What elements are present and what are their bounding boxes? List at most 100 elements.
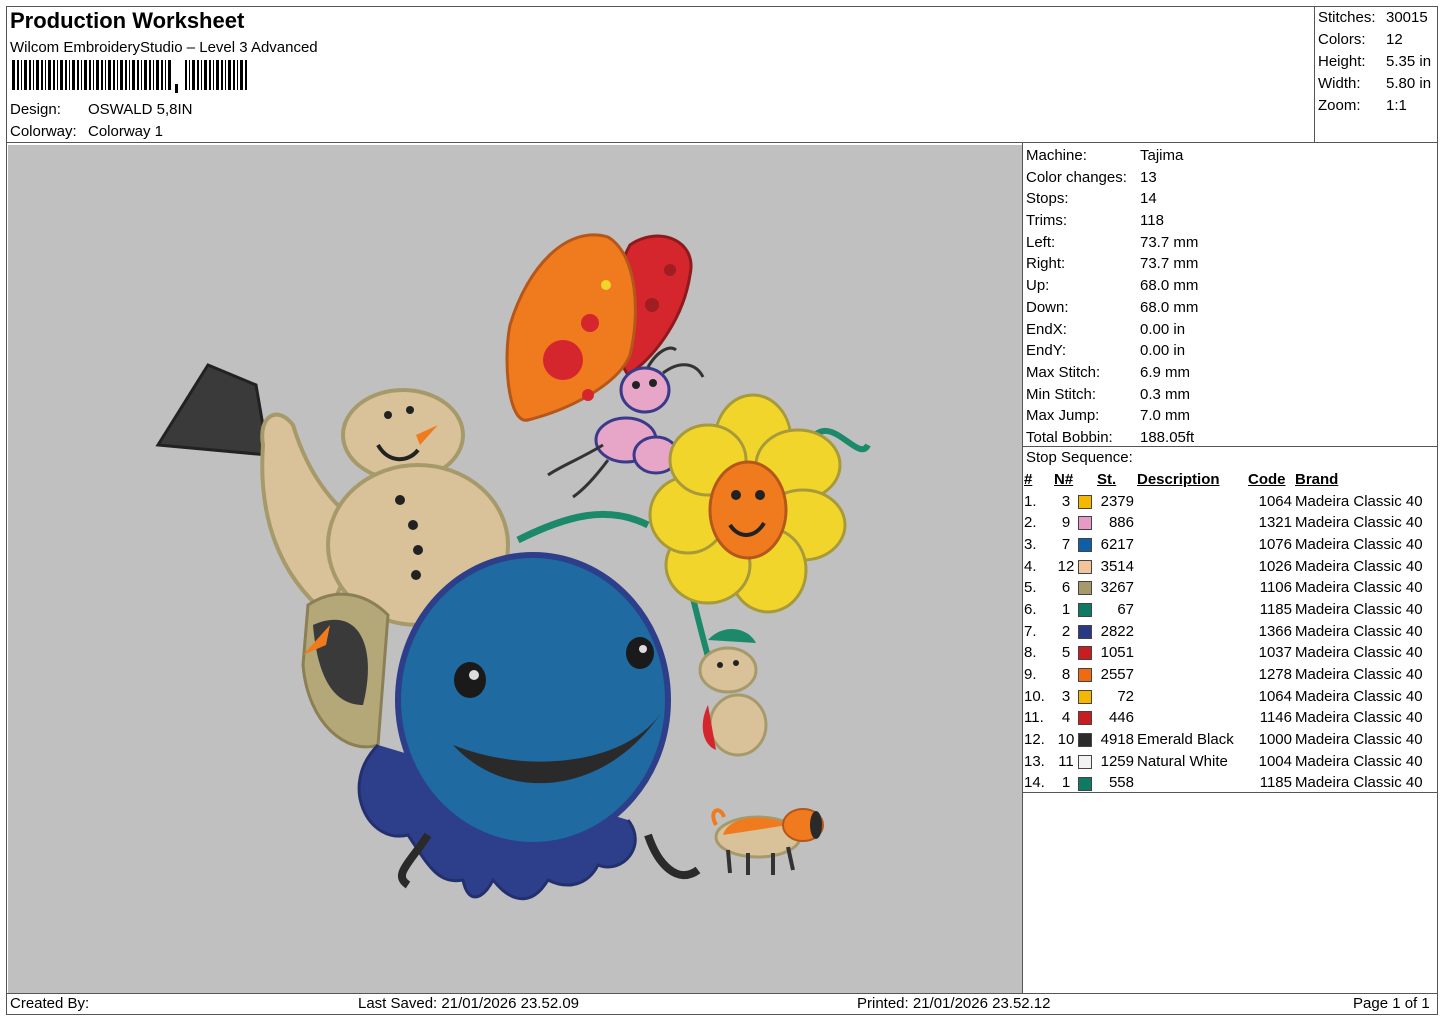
row-index: 1. — [1024, 492, 1037, 510]
info-down: Down: 68.0 mm — [1026, 298, 1199, 316]
row-brand: Madeira Classic 40 — [1295, 644, 1423, 662]
info-machine: Machine: Tajima — [1026, 147, 1184, 164]
row-swatch — [1078, 512, 1097, 534]
row-stitches: 446 — [1108, 709, 1134, 727]
row-brand: Madeira Classic 40 — [1295, 774, 1423, 792]
color-swatch — [1078, 733, 1092, 748]
row-stitches: 2379 — [1100, 492, 1134, 510]
row-swatch — [1078, 708, 1097, 730]
table-row: 2. 9 886 1321 Madeira Classic 40 — [1024, 512, 1435, 534]
barcode-image — [12, 60, 247, 93]
row-index: 14. — [1024, 774, 1045, 792]
canvas-divider — [1022, 142, 1023, 994]
machine-info-panel: Machine: Tajima Color changes: 13 Stops: 14… — [1026, 146, 1198, 450]
stat-width: Width: 5.80 in — [1318, 75, 1432, 92]
row-description — [1137, 773, 1248, 795]
row-needle: 3 — [1061, 687, 1071, 705]
color-swatch — [1078, 624, 1092, 639]
stat-zoom: Zoom: 1:1 — [1318, 97, 1407, 114]
page-title: Production Worksheet — [10, 8, 245, 33]
row-stitches: 2822 — [1100, 622, 1134, 640]
stats-panel: Stitches: 30015 Colors: 12 Height: 5.35 in … — [1318, 8, 1431, 118]
row-code: 1366 — [1258, 622, 1292, 640]
row-swatch — [1078, 556, 1097, 578]
row-index: 11. — [1024, 709, 1044, 727]
row-brand: Madeira Classic 40 — [1295, 557, 1423, 575]
footer-divider — [6, 993, 1438, 994]
stop-sequence-title: Stop Sequence: — [1026, 449, 1133, 466]
design-preview-canvas — [8, 145, 1022, 993]
col-index-header: # — [1024, 470, 1033, 488]
stop-sequence-body: 1. 3 2379 1064 Madeira Classic 40 2. 9 886 1321 M… — [1024, 491, 1435, 795]
embroidery-design-illustration — [155, 233, 871, 901]
stat-colors: Colors: 12 — [1318, 31, 1403, 48]
row-needle: 10 — [1057, 731, 1075, 749]
row-index: 2. — [1024, 514, 1037, 532]
info-endy: EndY: 0.00 in — [1026, 342, 1186, 360]
created-by: Created By: — [10, 995, 90, 1012]
table-row: 12. 10 4918 Emerald Black 1000 Madeira Classi… — [1024, 729, 1435, 751]
design-value: OSWALD 5,8IN — [88, 101, 193, 118]
row-description — [1137, 534, 1248, 556]
table-row: 1. 3 2379 1064 Madeira Classic 40 — [1024, 491, 1435, 513]
info-max-stitch: Max Stitch: 6.9 mm — [1026, 363, 1191, 381]
dog-figure — [711, 808, 824, 875]
stats-divider — [1314, 6, 1315, 143]
row-code: 1064 — [1258, 687, 1292, 705]
row-index: 8. — [1024, 644, 1037, 662]
row-description — [1137, 686, 1248, 708]
header-divider — [6, 142, 1438, 143]
row-code: 1106 — [1259, 579, 1292, 597]
info-up: Up: 68.0 mm — [1026, 277, 1199, 295]
row-swatch — [1078, 664, 1097, 686]
row-index: 13. — [1024, 752, 1045, 770]
row-index: 12. — [1024, 731, 1045, 749]
row-description — [1137, 512, 1248, 534]
col-needle-header: N# — [1054, 470, 1074, 488]
row-needle: 5 — [1061, 644, 1071, 662]
color-swatch — [1078, 559, 1092, 574]
stat-stitches: Stitches: 30015 — [1318, 9, 1428, 26]
col-brand-header: Brand — [1295, 470, 1339, 488]
color-swatch — [1078, 754, 1092, 769]
row-index: 3. — [1024, 535, 1037, 553]
row-description — [1137, 643, 1248, 665]
row-swatch — [1078, 751, 1097, 773]
row-code: 1146 — [1259, 709, 1292, 727]
table-row: 9. 8 2557 1278 Madeira Classic 40 — [1024, 664, 1435, 686]
info-right: Right: 73.7 mm — [1026, 255, 1199, 273]
row-stitches: 1259 — [1100, 752, 1134, 770]
row-needle: 8 — [1061, 666, 1071, 684]
row-code: 1000 — [1258, 731, 1292, 749]
page-number: Page 1 of 1 — [1353, 995, 1430, 1012]
row-brand: Madeira Classic 40 — [1295, 622, 1423, 640]
row-index: 9. — [1024, 666, 1037, 684]
row-brand: Madeira Classic 40 — [1295, 492, 1423, 510]
table-row: 4. 12 3514 1026 Madeira Classic 40 — [1024, 556, 1435, 578]
table-row: 8. 5 1051 1037 Madeira Classic 40 — [1024, 643, 1435, 665]
last-saved: Last Saved: 21/01/2026 23.52.09 — [358, 995, 580, 1012]
row-description — [1137, 664, 1248, 686]
printed-date: Printed: 21/01/2026 23.52.12 — [857, 995, 1051, 1012]
row-swatch — [1078, 491, 1097, 513]
row-code: 1321 — [1258, 514, 1292, 532]
row-needle: 6 — [1061, 579, 1071, 597]
row-index: 7. — [1024, 622, 1037, 640]
row-stitches: 3514 — [1100, 557, 1134, 575]
table-row: 10. 3 72 1064 Madeira Classic 40 — [1024, 686, 1435, 708]
row-brand: Madeira Classic 40 — [1295, 687, 1423, 705]
col-swatch-header — [1078, 469, 1097, 491]
row-code: 1064 — [1258, 492, 1292, 510]
row-description — [1137, 577, 1248, 599]
row-stitches: 1051 — [1100, 644, 1134, 662]
info-max-jump: Max Jump: 7.0 mm — [1026, 407, 1191, 425]
row-brand: Madeira Classic 40 — [1295, 709, 1423, 727]
row-brand: Madeira Classic 40 — [1295, 666, 1423, 684]
row-description — [1137, 621, 1248, 643]
row-stitches: 72 — [1117, 687, 1134, 705]
colorway-field: Colorway: Colorway 1 — [10, 123, 163, 140]
info-color-changes: Color changes: 13 — [1026, 168, 1157, 186]
row-brand: Madeira Classic 40 — [1295, 514, 1423, 532]
design-label: Design: — [10, 101, 61, 118]
row-swatch — [1078, 577, 1097, 599]
